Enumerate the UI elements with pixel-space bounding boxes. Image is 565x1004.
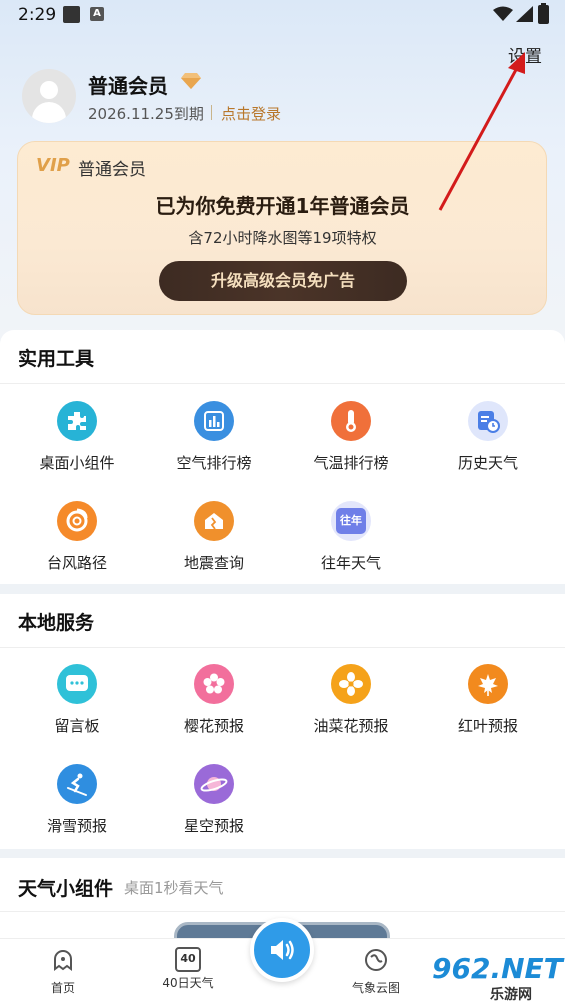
service-label: 樱花预报 [183, 717, 244, 735]
divider [0, 383, 565, 384]
nav-home[interactable]: 首页 [23, 947, 103, 996]
watermark-logo: 962.NET 乐游网 [426, 950, 565, 1004]
bar-chart-icon [194, 401, 234, 441]
widget-section-subtitle: 桌面1秒看天气 [124, 879, 224, 897]
calendar-clock-icon [468, 401, 508, 441]
rapeseed-flower-icon [331, 664, 371, 704]
nav-cloud-map[interactable]: 气象云图 [336, 947, 416, 996]
service-label: 星空预报 [183, 817, 244, 835]
nav-label: 首页 [50, 981, 75, 995]
tool-temp-ranking[interactable]: 气温排行榜 [291, 401, 411, 473]
service-starry-sky[interactable]: 星空预报 [154, 764, 274, 836]
tools-section-title: 实用工具 [18, 348, 95, 370]
service-label: 留言板 [54, 717, 100, 735]
nav-label: 40日天气 [162, 976, 214, 990]
tool-desktop-widget[interactable]: 桌面小组件 [17, 401, 137, 473]
service-label: 滑雪预报 [46, 817, 107, 835]
tool-label: 往年天气 [320, 554, 381, 572]
cloud-map-icon [365, 949, 387, 971]
service-message-board[interactable]: 留言板 [17, 664, 137, 736]
tool-past-year-weather[interactable]: 往年 往年天气 [291, 501, 411, 573]
tool-label: 历史天气 [457, 454, 518, 472]
service-red-leaf[interactable]: 红叶预报 [428, 664, 548, 736]
tool-label: 台风路径 [46, 554, 107, 572]
home-icon [54, 950, 72, 971]
service-label: 红叶预报 [457, 717, 518, 735]
tool-typhoon-path[interactable]: 台风路径 [17, 501, 137, 573]
service-rapeseed-flower[interactable]: 油菜花预报 [291, 664, 411, 736]
local-section-title: 本地服务 [18, 612, 95, 634]
tool-air-ranking[interactable]: 空气排行榜 [154, 401, 274, 473]
service-skiing[interactable]: 滑雪预报 [17, 764, 137, 836]
thermometer-icon [331, 401, 371, 441]
cherry-blossom-icon [194, 664, 234, 704]
past-year-icon-text: 往年 [336, 508, 366, 534]
widget-section-title: 天气小组件 [18, 878, 114, 900]
nav-40-day-weather[interactable]: 40 40日天气 [148, 947, 228, 991]
tool-label: 空气排行榜 [176, 454, 252, 472]
earthquake-icon [194, 501, 234, 541]
nav-label: 气象云图 [351, 981, 400, 995]
watermark-subtext: 乐游网 [490, 987, 532, 1003]
tool-earthquake[interactable]: 地震查询 [154, 501, 274, 573]
speaker-icon [271, 940, 294, 960]
voice-broadcast-button[interactable] [250, 918, 314, 982]
tool-label: 气温排行榜 [313, 454, 389, 472]
service-label: 油菜花预报 [313, 717, 389, 735]
message-board-icon [57, 664, 97, 704]
red-leaf-icon [468, 664, 508, 704]
puzzle-icon [57, 401, 97, 441]
divider [0, 647, 565, 648]
tool-history-weather[interactable]: 历史天气 [428, 401, 548, 473]
past-year-icon: 往年 [331, 501, 371, 541]
skiing-icon [57, 764, 97, 804]
watermark-text: 962.NET [432, 952, 563, 985]
tool-label: 地震查询 [183, 554, 244, 572]
typhoon-icon [57, 501, 97, 541]
planet-icon [194, 764, 234, 804]
divider [0, 911, 565, 912]
service-cherry-blossom[interactable]: 樱花预报 [154, 664, 274, 736]
calendar-40-icon: 40 [175, 947, 201, 972]
annotation-arrow [438, 52, 525, 211]
tool-label: 桌面小组件 [39, 454, 115, 472]
